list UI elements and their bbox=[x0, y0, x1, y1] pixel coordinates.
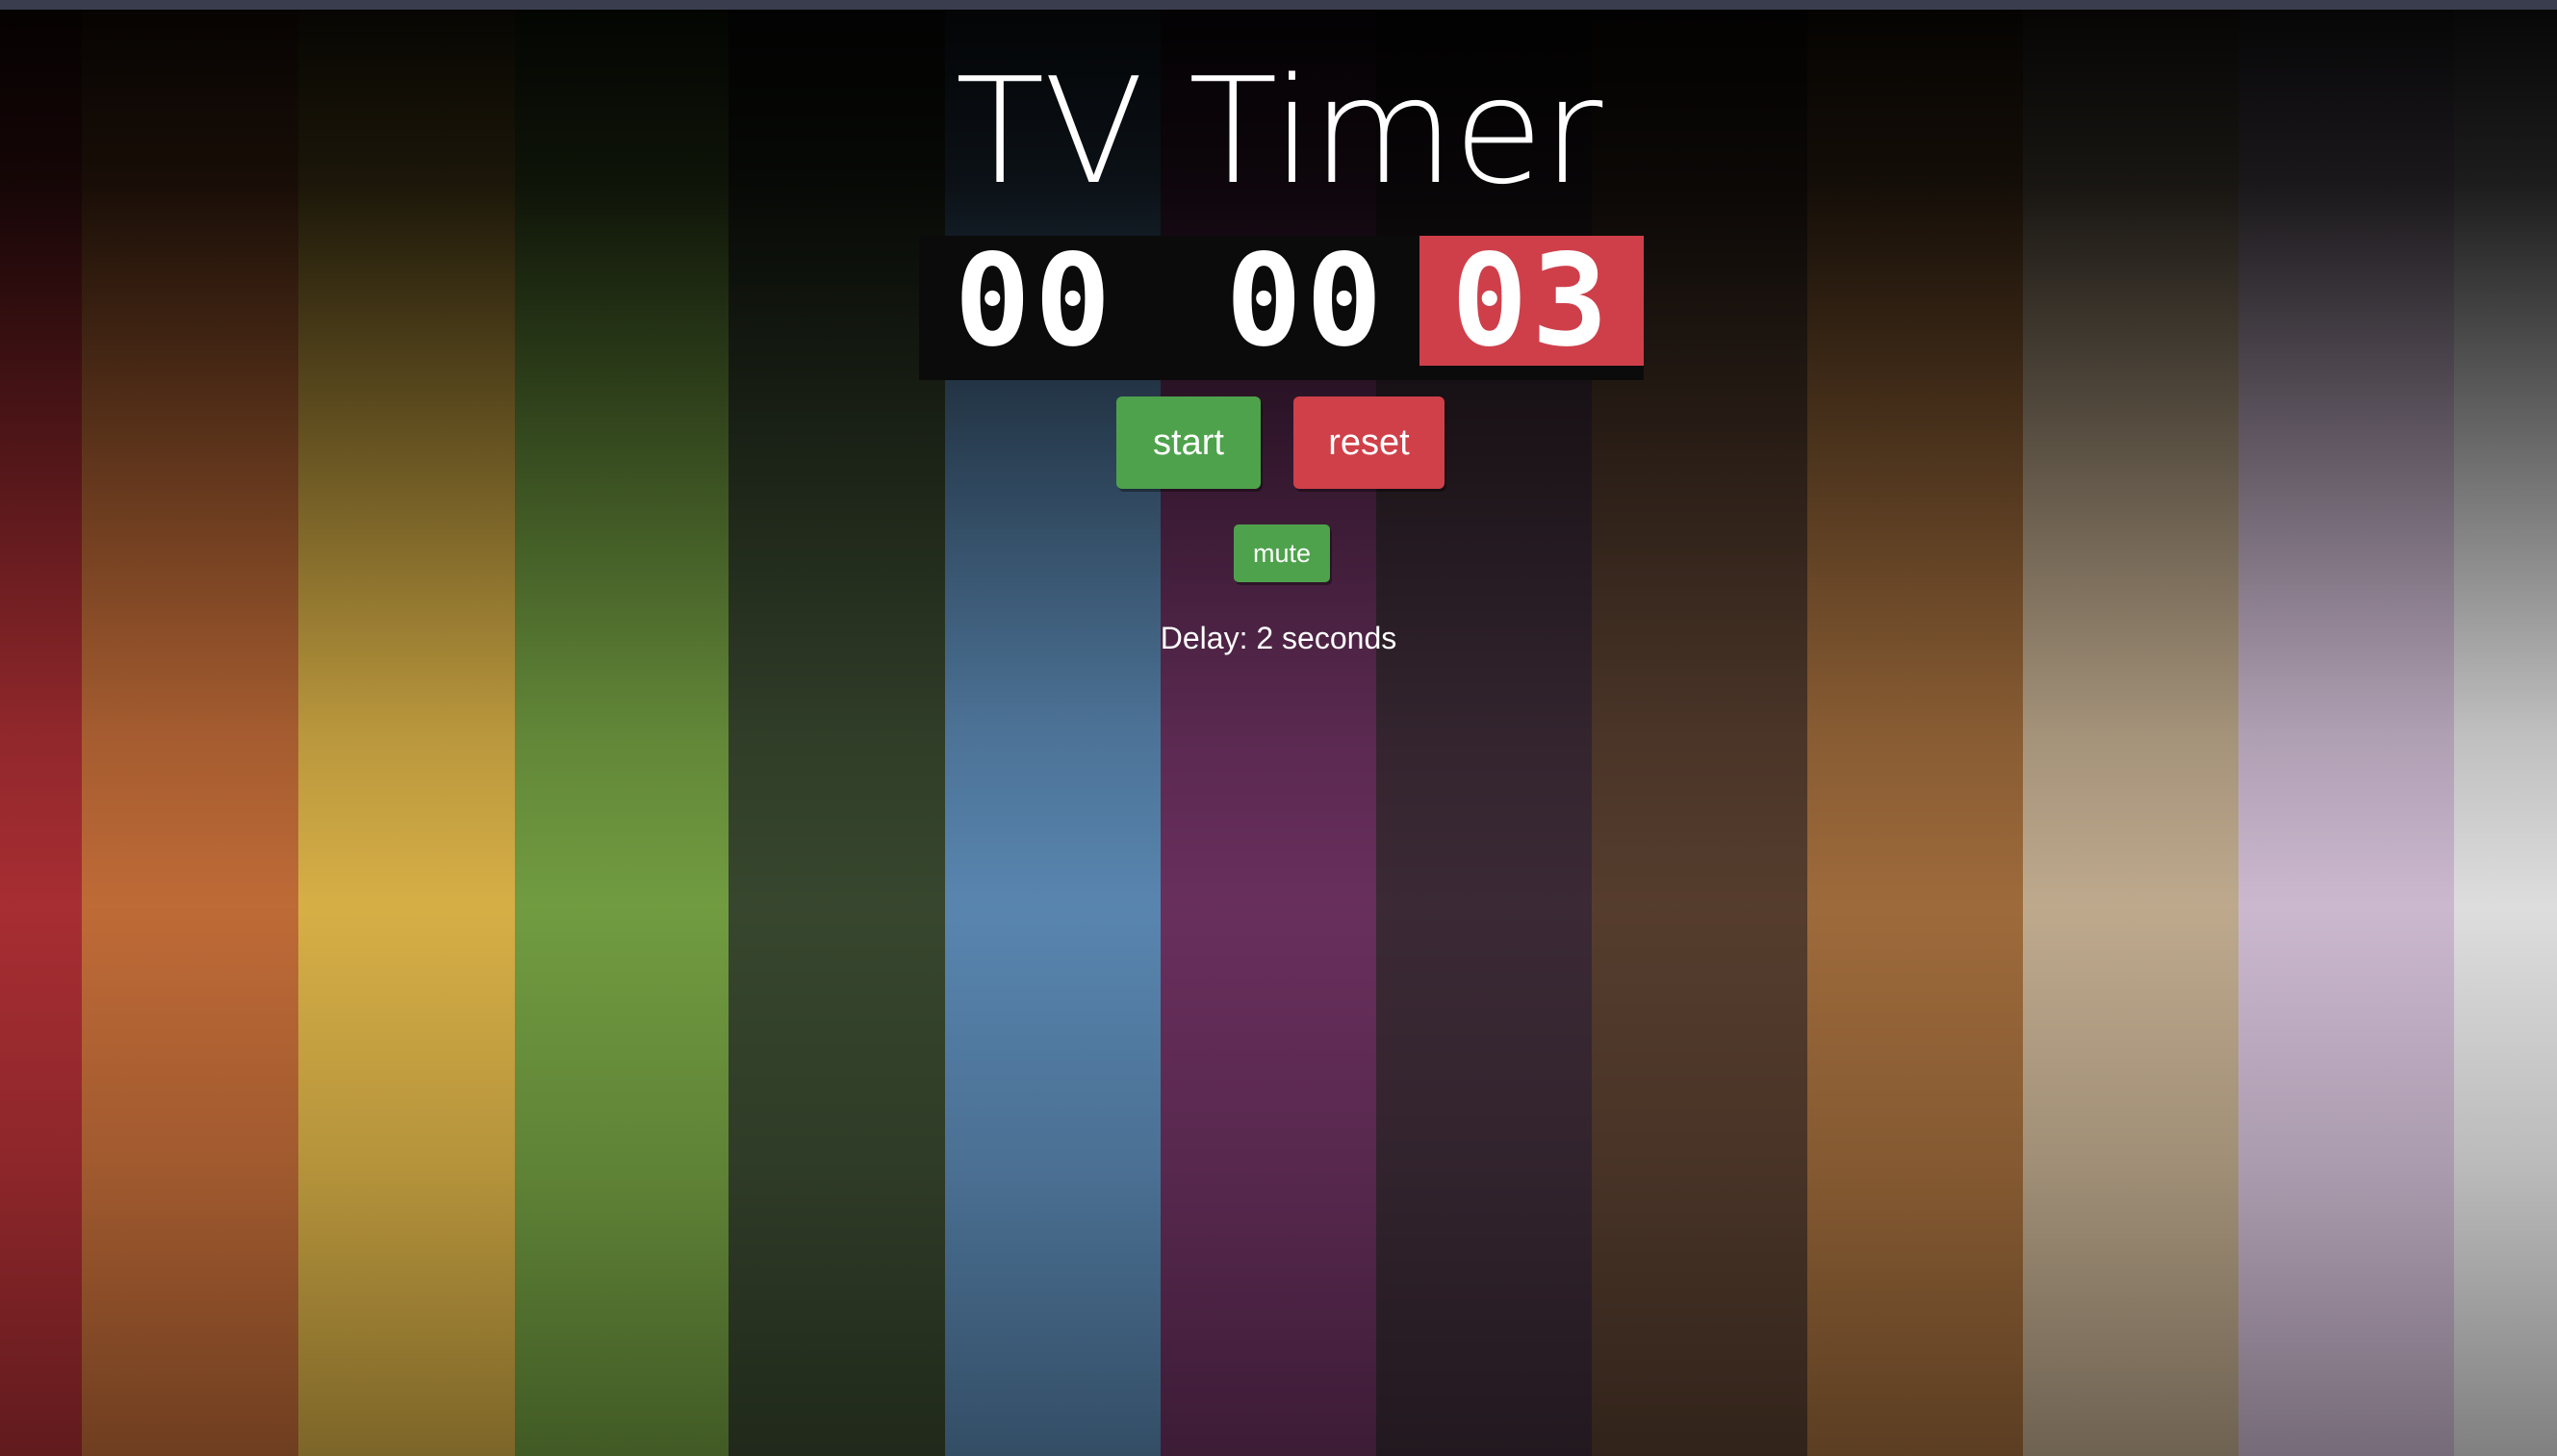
start-button[interactable]: start bbox=[1116, 396, 1261, 489]
timer-app: TV Timer 00 00 03 start reset mute Delay… bbox=[0, 0, 2557, 1456]
page-title: TV Timer bbox=[955, 46, 1603, 217]
window-top-bar bbox=[0, 0, 2557, 10]
timer-seconds[interactable]: 03 bbox=[1419, 227, 1644, 375]
timer-minutes[interactable]: 00 bbox=[1190, 227, 1421, 375]
reset-button[interactable]: reset bbox=[1293, 396, 1445, 489]
delay-text: Delay: 2 seconds bbox=[1160, 621, 1397, 655]
timer-display: 00 00 03 bbox=[919, 227, 1644, 380]
mute-button[interactable]: mute bbox=[1234, 524, 1330, 582]
timer-hours[interactable]: 00 bbox=[919, 227, 1150, 375]
